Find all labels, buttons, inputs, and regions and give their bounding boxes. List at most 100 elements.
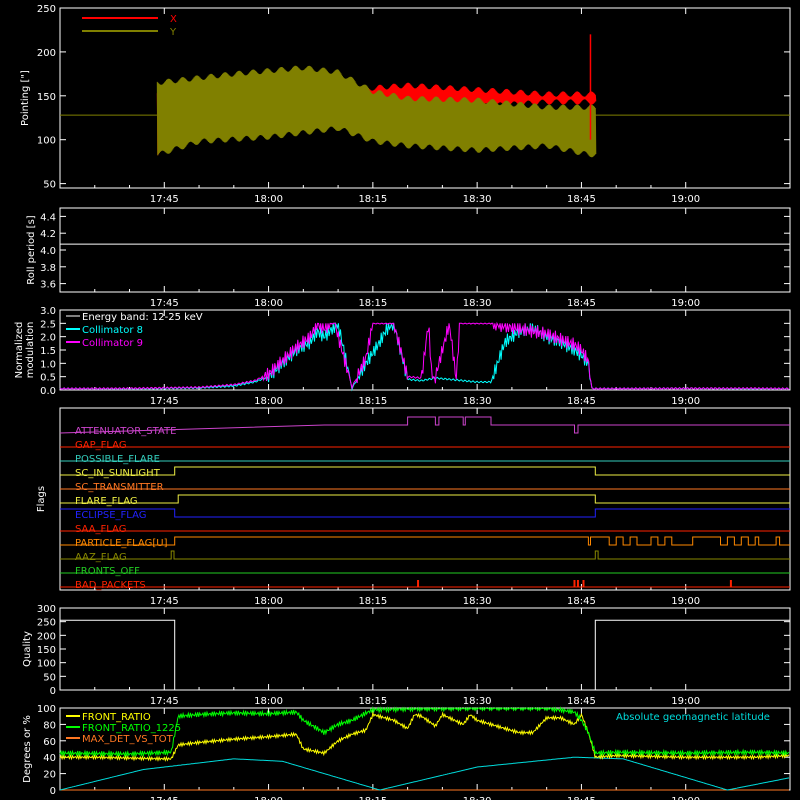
- y-tick-label: 250: [37, 618, 56, 629]
- modulation-legend: Energy band: 12-25 keV Collimator 8 Coll…: [66, 312, 203, 349]
- x-tick-label: 19:00: [671, 796, 700, 800]
- modulation-ylabel-line1: Normalized: [14, 322, 25, 379]
- y-tick-label: 100: [37, 136, 56, 147]
- y-tick-label: 250: [37, 4, 56, 15]
- y-tick-label: 80: [43, 720, 56, 731]
- x-tick-label: 17:45: [150, 796, 179, 800]
- x-tick-label: 19:00: [671, 298, 700, 309]
- x-tick-label: 18:30: [463, 298, 492, 309]
- x-tick-label: 18:15: [358, 796, 387, 800]
- y-tick-label: 150: [37, 645, 56, 656]
- x-tick-label: 18:30: [463, 194, 492, 205]
- collimator-8-series: [59, 321, 790, 392]
- y-tick-label: 20: [43, 770, 56, 781]
- legend-max-det-label: MAX_DET_VS_TOT: [82, 734, 174, 745]
- y-tick-label: 60: [43, 737, 56, 748]
- x-tick-label: 18:30: [463, 596, 492, 607]
- quality-series: [60, 619, 790, 691]
- legend-y-label: Y: [169, 27, 177, 38]
- x-tick-label: 18:45: [567, 596, 596, 607]
- x-tick-label: 18:00: [254, 796, 283, 800]
- x-tick-label: 17:45: [150, 696, 179, 707]
- modulation-ylabel-line2: modulation: [25, 322, 36, 379]
- geomagnetic-latitude-series: [59, 756, 790, 791]
- flag-label: ATTENUATOR_STATE: [75, 426, 176, 437]
- flag-label: AAZ_FLAG: [75, 552, 127, 563]
- roll-period-panel: [59, 207, 791, 293]
- x-tick-label: 18:45: [567, 796, 596, 800]
- x-tick-label: 18:15: [358, 396, 387, 407]
- x-tick-label: 18:45: [567, 298, 596, 309]
- y-tick-label: 3.6: [40, 280, 56, 291]
- x-tick-label: 18:15: [358, 298, 387, 309]
- flag-label: FLARE_FLAG: [75, 496, 138, 507]
- y-tick-label: 200: [37, 631, 56, 642]
- x-tick-label: 19:00: [671, 696, 700, 707]
- flag-label: POSSIBLE_FLARE: [75, 454, 160, 465]
- x-tick-label: 18:00: [254, 596, 283, 607]
- flag-label: SC_IN_SUNLIGHT: [75, 468, 161, 479]
- x-tick-label: 18:45: [567, 696, 596, 707]
- x-tick-label: 18:30: [463, 796, 492, 800]
- x-tick-label: 18:15: [358, 696, 387, 707]
- flag-line: [60, 536, 790, 546]
- y-tick-label: 0: [50, 686, 56, 697]
- y-tick-label: 50: [43, 672, 56, 683]
- y-tick-label: 0.5: [40, 373, 56, 384]
- y-tick-label: 40: [43, 753, 56, 764]
- flag-label: SC_TRANSMITTER: [75, 482, 164, 493]
- flag-label: PARTICLE_FLAG[U]: [75, 538, 168, 549]
- x-tick-label: 18:00: [254, 298, 283, 309]
- pointing-ylabel: Pointing ["]: [20, 70, 31, 126]
- y-pointing-series: [156, 65, 597, 158]
- pointing-legend: X Y: [82, 14, 177, 38]
- x-tick-label: 18:15: [358, 194, 387, 205]
- roll-period-ylabel: Roll period [s]: [26, 215, 37, 284]
- y-tick-label: 1.5: [40, 346, 56, 357]
- y-tick-label: 2.5: [40, 319, 56, 330]
- x-tick-label: 18:45: [567, 396, 596, 407]
- y-tick-label: 200: [37, 48, 56, 59]
- x-tick-label: 17:45: [150, 194, 179, 205]
- x-tick-label: 18:00: [254, 194, 283, 205]
- legend-coll8-label: Collimator 8: [82, 325, 143, 336]
- y-tick-label: 3.8: [40, 263, 56, 274]
- x-tick-label: 17:45: [150, 298, 179, 309]
- x-tick-label: 18:00: [254, 696, 283, 707]
- legend-energy-label: Energy band: 12-25 keV: [82, 312, 203, 323]
- y-tick-label: 100: [37, 704, 56, 715]
- plot-layer: 17:45 18:00 18:15 18:30 18:45 19:00 17:45 18:00…: [37, 4, 790, 800]
- flag-label: SAA_FLAG: [75, 524, 126, 535]
- y-tick-label: 150: [37, 92, 56, 103]
- flag-label: ECLIPSE_FLAG: [75, 510, 146, 521]
- x-tick-label: 19:00: [671, 596, 700, 607]
- y-tick-label: 2.0: [40, 333, 56, 344]
- y-tick-label: 3.0: [40, 306, 56, 317]
- flag-label: FRONTS_OFF: [75, 566, 140, 577]
- flags-ylabel: Flags: [36, 486, 47, 512]
- x-tick-label: 18:30: [463, 696, 492, 707]
- x-tick-label: 18:00: [254, 396, 283, 407]
- legend-geomag-label: Absolute geomagnetic latitude: [616, 712, 770, 723]
- y-tick-label: 4.0: [40, 246, 56, 257]
- x-tick-label: 18:45: [567, 194, 596, 205]
- flag-label: GAP_FLAG: [75, 440, 127, 451]
- flag-line: [60, 508, 790, 518]
- x-tick-label: 17:45: [150, 396, 179, 407]
- x-tick-label: 19:00: [671, 194, 700, 205]
- roll-period-frame: [59, 207, 791, 293]
- y-tick-label: 300: [37, 604, 56, 615]
- x-tick-label: 18:15: [358, 596, 387, 607]
- x-tick-label: 18:30: [463, 396, 492, 407]
- y-tick-label: 100: [37, 659, 56, 670]
- legend-front-ratio-label: FRONT_RATIO: [82, 712, 151, 723]
- quality-ylabel: Quality: [22, 631, 33, 667]
- flag-line: [60, 550, 790, 560]
- y-tick-label: 4.4: [40, 212, 56, 223]
- y-tick-label: 1.0: [40, 359, 56, 370]
- y-tick-label: 0: [50, 786, 56, 797]
- legend-x-label: X: [170, 14, 177, 25]
- x-tick-label: 19:00: [671, 396, 700, 407]
- y-tick-label: 4.2: [40, 229, 56, 240]
- flag-label: BAD_PACKETS: [75, 580, 146, 591]
